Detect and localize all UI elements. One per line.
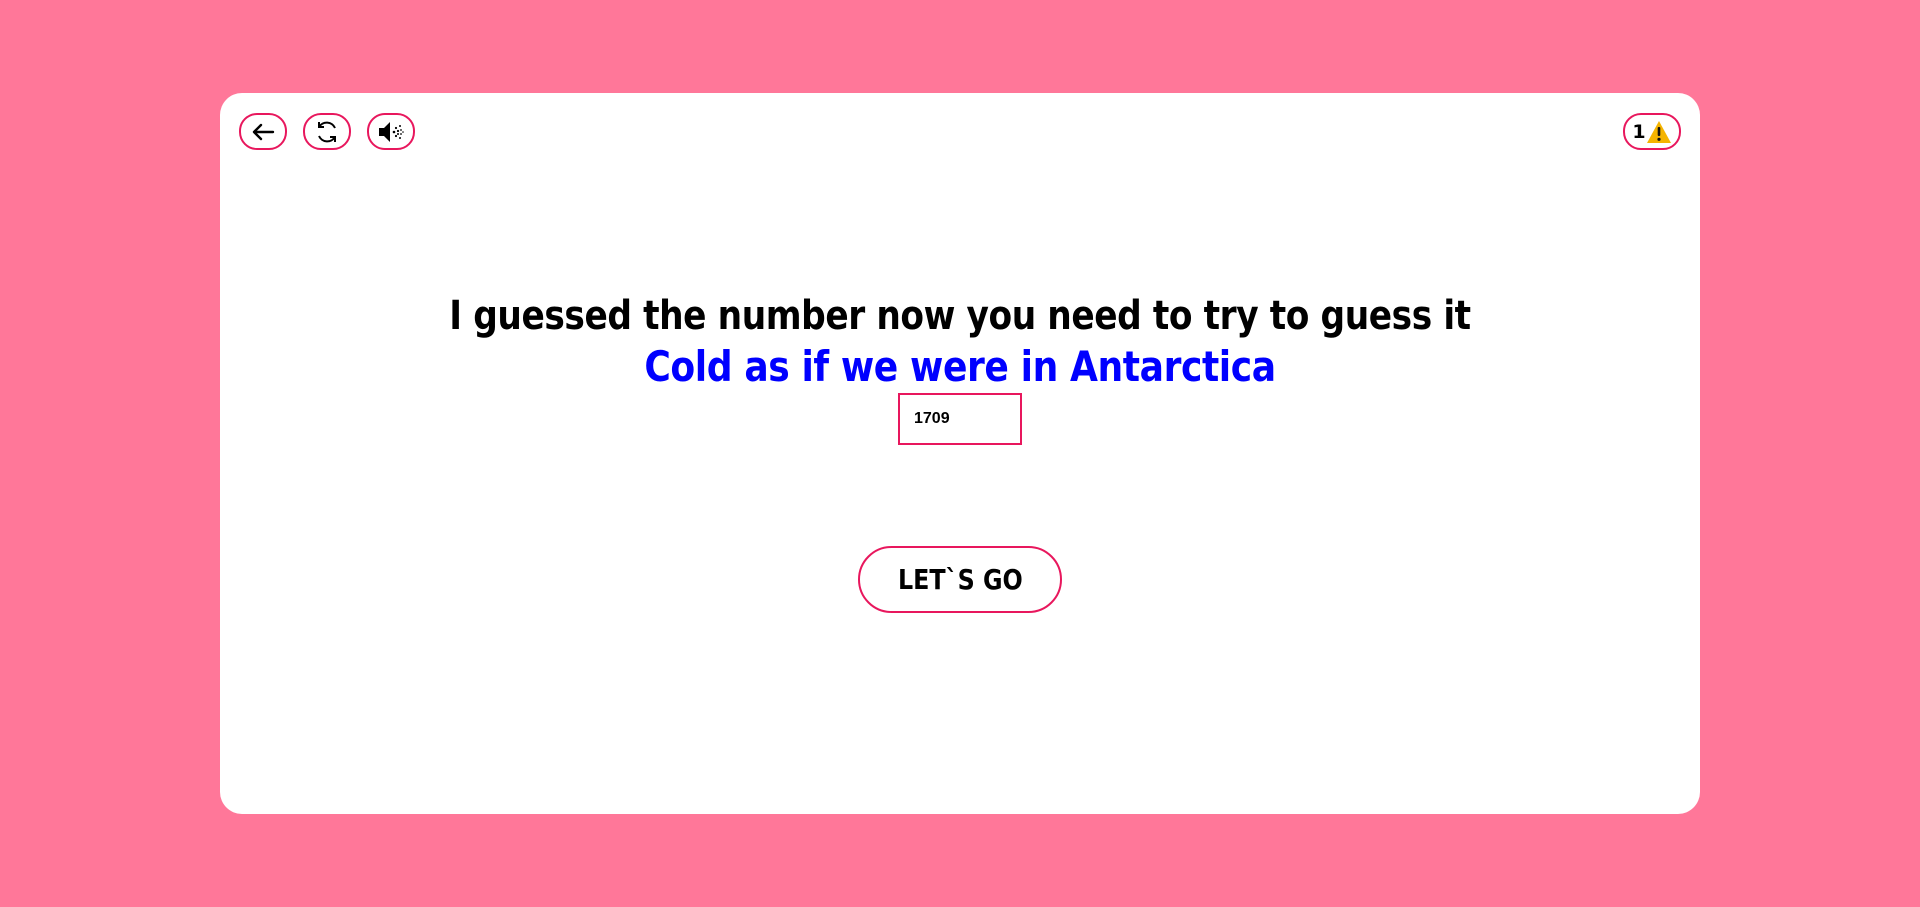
back-button[interactable] — [239, 113, 287, 150]
lets-go-button[interactable]: LET`S GO — [858, 546, 1062, 613]
arrow-left-icon — [251, 122, 275, 142]
refresh-icon — [314, 119, 340, 145]
hint-count: 1 — [1632, 120, 1645, 143]
game-card: 1 I guessed the number now you need to t… — [220, 93, 1700, 814]
lets-go-label: LET`S GO — [897, 563, 1023, 596]
game-title: I guessed the number now you need to try… — [449, 293, 1471, 339]
warning-icon — [1646, 120, 1672, 144]
speaker-icon — [377, 120, 405, 144]
restart-button[interactable] — [303, 113, 351, 150]
hint-button[interactable]: 1 — [1623, 113, 1681, 150]
sound-button[interactable] — [367, 113, 415, 150]
feedback-text: Cold as if we were in Antarctica — [644, 342, 1276, 391]
guess-input[interactable] — [898, 393, 1022, 445]
